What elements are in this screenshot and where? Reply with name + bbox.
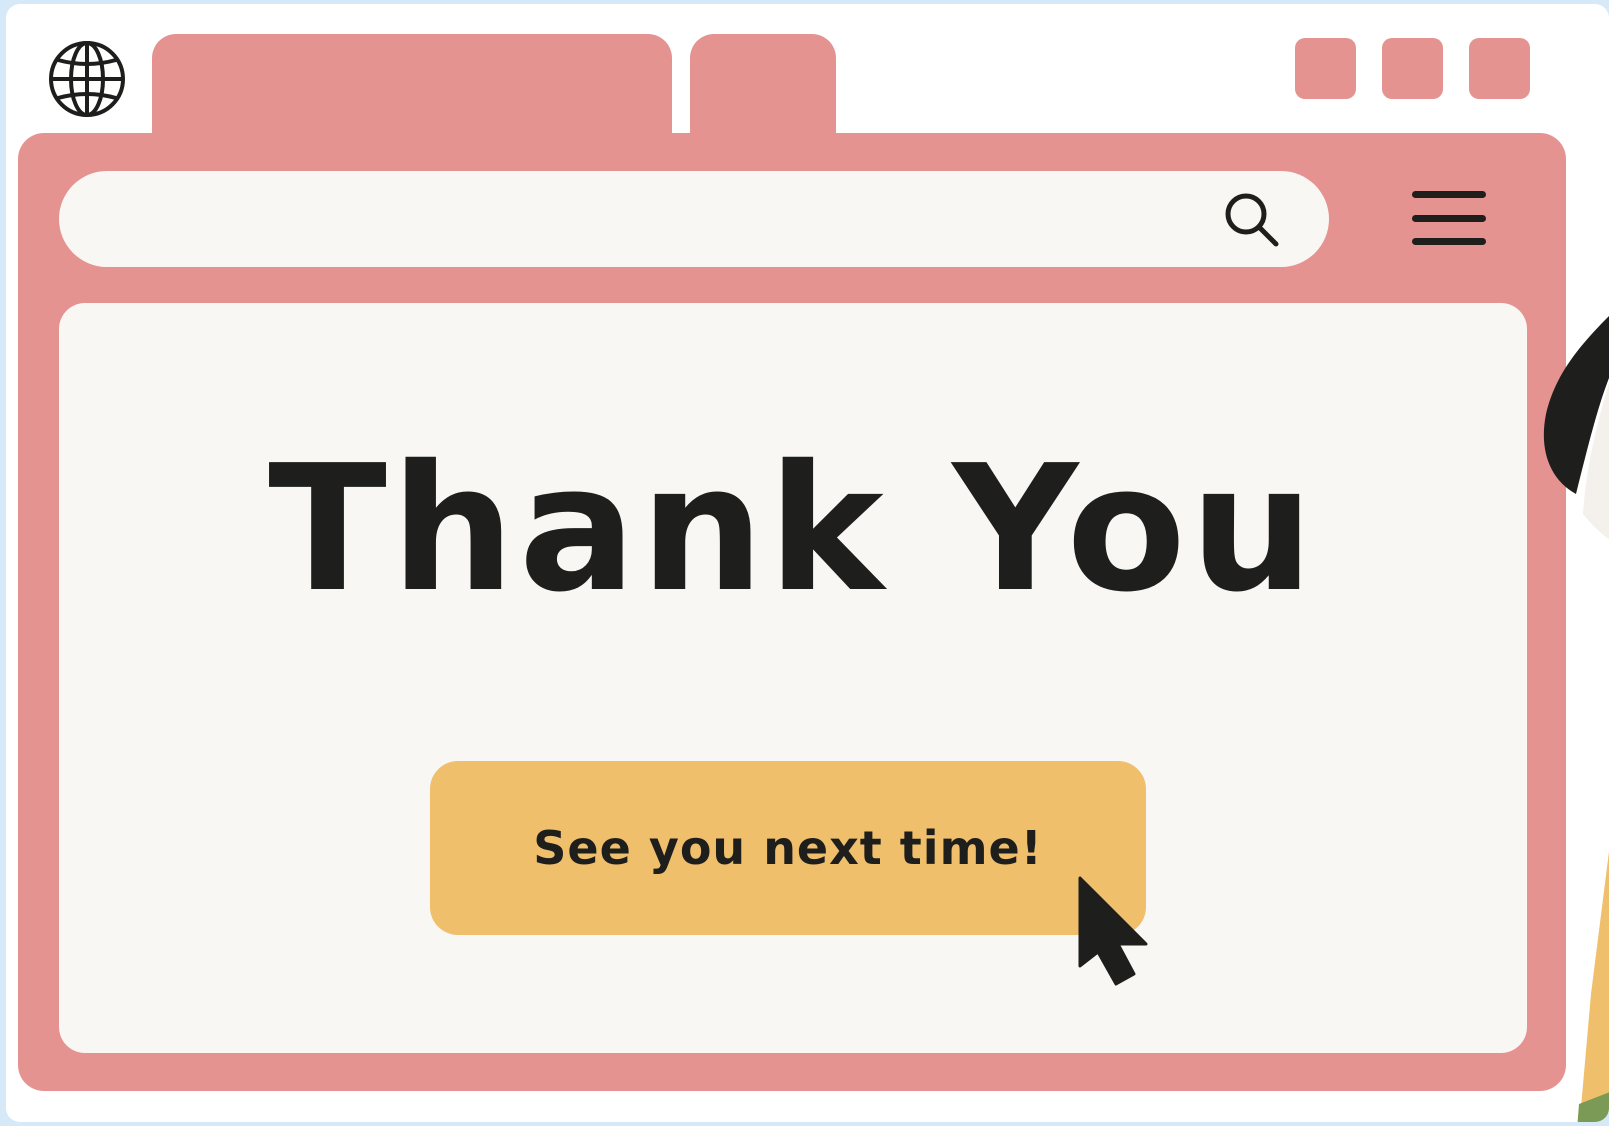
cursor-arrow-icon (1078, 876, 1148, 986)
search-icon[interactable] (1221, 189, 1283, 251)
browser-tab-2[interactable] (690, 34, 836, 144)
browser-tab-1[interactable] (152, 34, 672, 144)
menu-bar-line (1412, 238, 1486, 245)
window-frame: Thank You See you next time! (6, 4, 1609, 1122)
menu-bar-line (1412, 215, 1486, 222)
window-maximize-button[interactable] (1382, 38, 1443, 99)
globe-icon (49, 41, 125, 117)
page-title: Thank You (268, 428, 1318, 631)
page-content: Thank You See you next time! (59, 303, 1527, 1053)
window-minimize-button[interactable] (1295, 38, 1356, 99)
address-bar[interactable] (59, 171, 1329, 267)
window-close-button[interactable] (1469, 38, 1530, 99)
hamburger-menu-icon[interactable] (1412, 191, 1486, 251)
see-you-next-time-button[interactable]: See you next time! (430, 761, 1146, 935)
menu-bar-line (1412, 191, 1486, 198)
browser-body: Thank You See you next time! (18, 133, 1566, 1091)
decorative-plant-illustration (1543, 316, 1609, 1122)
